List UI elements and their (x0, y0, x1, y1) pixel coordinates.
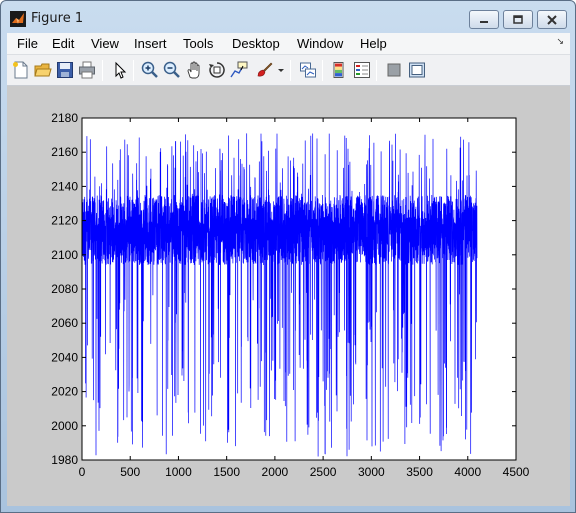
zoom-in-icon[interactable] (141, 61, 159, 79)
menu-desktop[interactable]: Desktop (232, 36, 280, 51)
x-tick-label: 3000 (358, 465, 385, 479)
link-plot-icon[interactable] (299, 61, 317, 79)
y-tick-label: 2020 (51, 385, 78, 399)
toolbar-separator (376, 60, 377, 81)
figure-canvas: 0 500 1000 1500 2000 2500 3000 3500 4000 4500 1980… (7, 86, 570, 506)
data-cursor-icon[interactable] (230, 61, 248, 79)
y-tick-label: 2100 (51, 248, 78, 262)
x-tick-label: 1500 (213, 465, 240, 479)
insert-colorbar-icon[interactable] (330, 61, 348, 79)
y-tick-label: 2060 (51, 316, 78, 330)
x-tick-label: 2500 (310, 465, 337, 479)
hide-plot-tools-icon[interactable] (385, 61, 403, 79)
edit-plot-arrow-icon[interactable] (111, 61, 129, 79)
x-tick-label: 1000 (165, 465, 192, 479)
toolbar-separator (102, 60, 103, 81)
x-tick-label: 500 (120, 465, 140, 479)
maximize-button[interactable] (503, 10, 533, 29)
y-tick-label: 2160 (51, 145, 78, 159)
menu-help[interactable]: Help (360, 36, 387, 51)
rotate-3d-icon[interactable] (208, 61, 226, 79)
y-tick-label: 2140 (51, 179, 78, 193)
menu-file[interactable]: File (17, 36, 38, 51)
figure-window: Figure 1 File Edit View Insert Tools Des… (0, 0, 576, 513)
insert-legend-icon[interactable] (353, 61, 371, 79)
menu-window[interactable]: Window (297, 36, 343, 51)
x-tick-label: 0 (79, 465, 86, 479)
toolbar-separator (133, 60, 134, 81)
figure-toolbar (7, 55, 570, 86)
show-plot-tools-icon[interactable] (408, 61, 426, 79)
x-tick-label: 4500 (503, 465, 530, 479)
zoom-out-icon[interactable] (163, 61, 181, 79)
save-icon[interactable] (56, 61, 74, 79)
y-tick-label: 2000 (51, 419, 78, 433)
menu-tools[interactable]: Tools (183, 36, 213, 51)
title-bar[interactable]: Figure 1 (1, 1, 575, 35)
pan-hand-icon[interactable] (185, 61, 203, 79)
close-button[interactable] (537, 10, 567, 29)
minimize-icon (480, 20, 488, 23)
x-tick-label: 3500 (406, 465, 433, 479)
minimize-button[interactable] (469, 10, 499, 29)
dock-arrow-icon[interactable]: ↘ (556, 37, 564, 47)
new-figure-icon[interactable] (12, 61, 30, 79)
y-tick-label: 2120 (51, 214, 78, 228)
maximize-icon (513, 15, 523, 24)
close-icon (547, 14, 557, 25)
window-title: Figure 1 (31, 11, 84, 26)
print-icon[interactable] (78, 61, 96, 79)
toolbar-separator (322, 60, 323, 81)
y-tick-label: 1980 (51, 453, 78, 467)
open-file-icon[interactable] (34, 61, 52, 79)
plot-svg: 0 500 1000 1500 2000 2500 3000 3500 4000 4500 1980… (51, 111, 530, 479)
y-tick-label: 2040 (51, 350, 78, 364)
x-tick-label: 2000 (262, 465, 289, 479)
y-tick-label: 2180 (51, 111, 78, 125)
menu-bar: File Edit View Insert Tools Desktop Wind… (7, 33, 570, 55)
brush-dropdown-icon[interactable] (277, 61, 285, 79)
brush-icon[interactable] (255, 61, 273, 79)
menu-view[interactable]: View (91, 36, 119, 51)
menu-insert[interactable]: Insert (134, 36, 167, 51)
x-tick-label: 4000 (454, 465, 481, 479)
y-tick-label: 2080 (51, 282, 78, 296)
menu-edit[interactable]: Edit (52, 36, 74, 51)
toolbar-separator (290, 60, 291, 81)
matlab-logo-icon (10, 11, 26, 27)
